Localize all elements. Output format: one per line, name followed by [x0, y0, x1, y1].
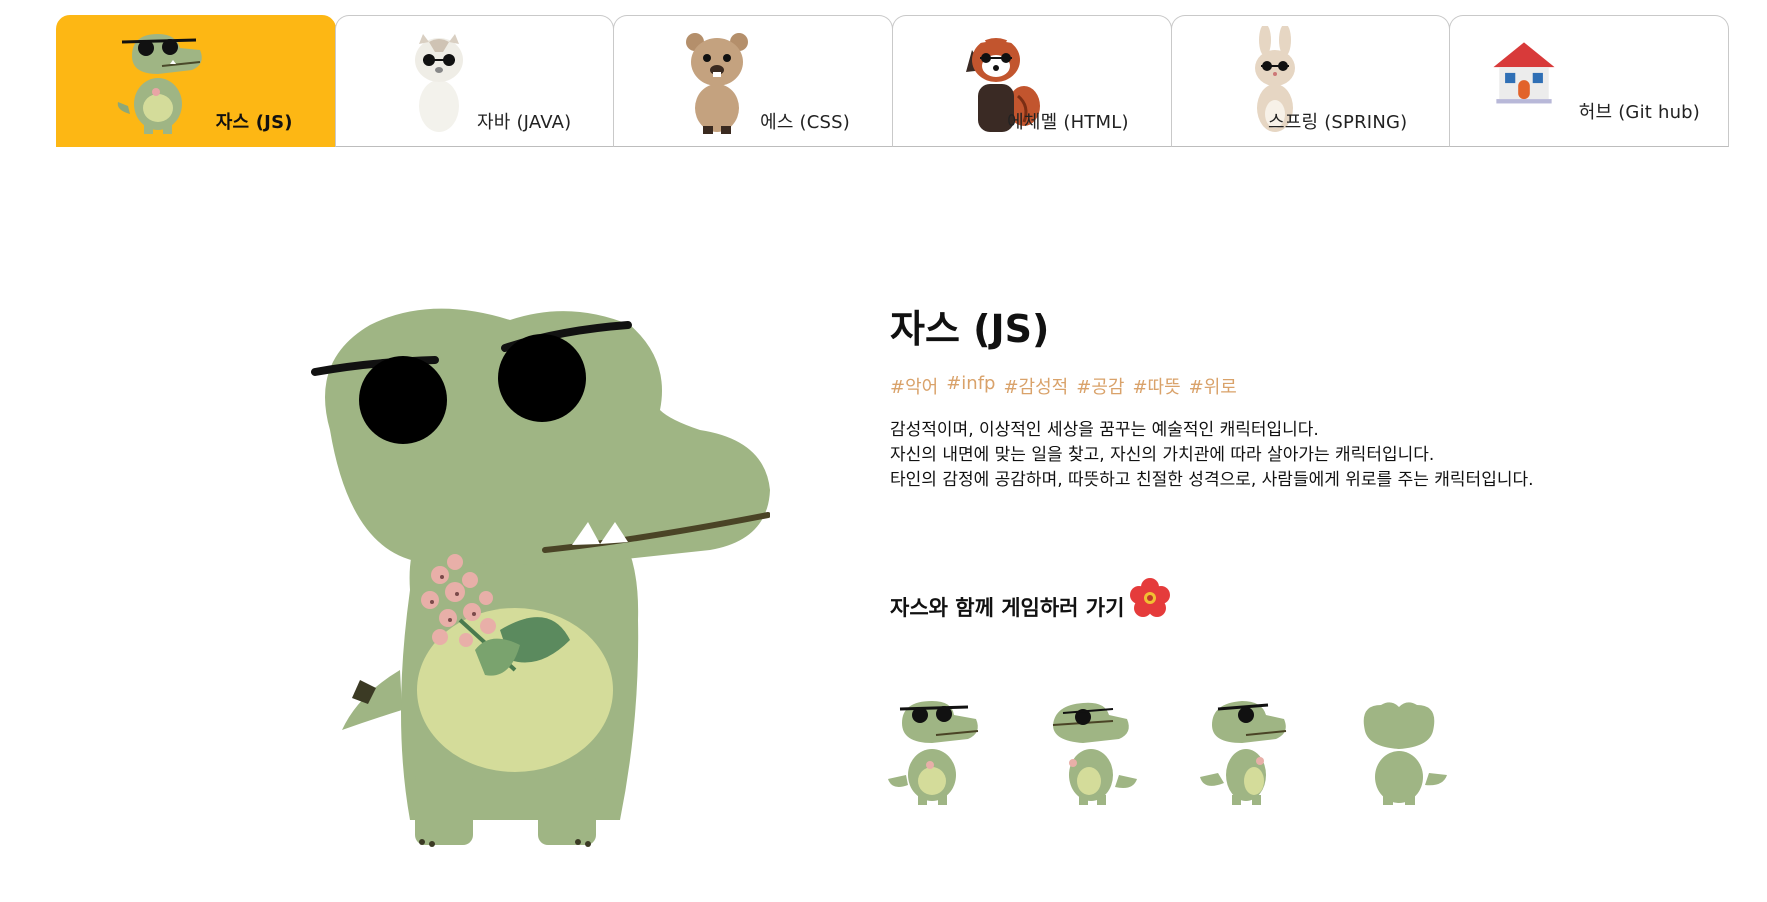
hibiscus-icon: [1130, 578, 1171, 617]
tab-label: 스프링 (SPRING): [1268, 112, 1408, 133]
crocodile-eyepatch-icon[interactable]: [1043, 695, 1138, 807]
tab-label: 에스 (CSS): [760, 112, 851, 133]
tag: #위로: [1188, 377, 1237, 398]
tab-github[interactable]: 허브 (Git hub): [1449, 15, 1730, 147]
house-icon: [1493, 42, 1555, 104]
tab-label: 허브 (Git hub): [1578, 102, 1701, 123]
tag: #infp: [946, 373, 996, 394]
tab-html[interactable]: 에체멜 (HTML): [892, 15, 1172, 147]
tab-label: 자스 (JS): [215, 112, 293, 133]
tab-java[interactable]: 자바 (JAVA): [334, 15, 615, 147]
description-line: 감성적이며, 이상적인 세상을 꿈꾸는 예술적인 캐릭터입니다.: [890, 420, 1319, 440]
crocodile-front-icon[interactable]: [888, 695, 983, 807]
tab-label: 자바 (JAVA): [477, 112, 572, 133]
game-pose-list: [888, 695, 1448, 807]
tag: #따뜻: [1132, 377, 1181, 398]
description-line: 자신의 내면에 맞는 일을 찾고, 자신의 가치관에 따라 살아가는 캐릭터입니…: [890, 445, 1435, 465]
play-game-link[interactable]: 자스와 함께 게임하러 가기: [890, 578, 1171, 622]
tab-css[interactable]: 에스 (CSS): [613, 15, 894, 147]
quokka-icon: [686, 33, 749, 134]
tab-spring[interactable]: 스프링 (SPRING): [1170, 15, 1451, 147]
tag: #감성적: [1003, 377, 1069, 398]
hamster-icon: [414, 34, 463, 132]
tag: #공감: [1076, 377, 1125, 398]
play-game-label: 자스와 함께 게임하러 가기: [890, 596, 1125, 620]
character-description: 감성적이며, 이상적인 세상을 꿈꾸는 예술적인 캐릭터입니다. 자신의 내면에…: [890, 418, 1670, 493]
character-tab-bar: 자스 (JS) 자바 (JAVA) 에스 (CSS) 에체멜 (HTML) 스프…: [56, 15, 1730, 149]
tab-js[interactable]: 자스 (JS): [56, 15, 336, 147]
crocodile-hero-icon: [311, 308, 770, 847]
crocodile-icon: [117, 34, 202, 134]
tab-label: 에체멜 (HTML): [1007, 112, 1129, 133]
tag-list: #악어 #infp #감성적 #공감 #따뜻 #위로: [890, 373, 1237, 399]
tag: #악어: [890, 377, 939, 398]
character-title: 자스 (JS): [890, 307, 1050, 351]
crocodile-side-icon[interactable]: [1198, 695, 1293, 807]
description-line: 타인의 감정에 공감하며, 따뜻하고 친절한 성격으로, 사람들에게 위로를 주…: [890, 470, 1534, 490]
crocodile-back-icon[interactable]: [1353, 695, 1448, 807]
